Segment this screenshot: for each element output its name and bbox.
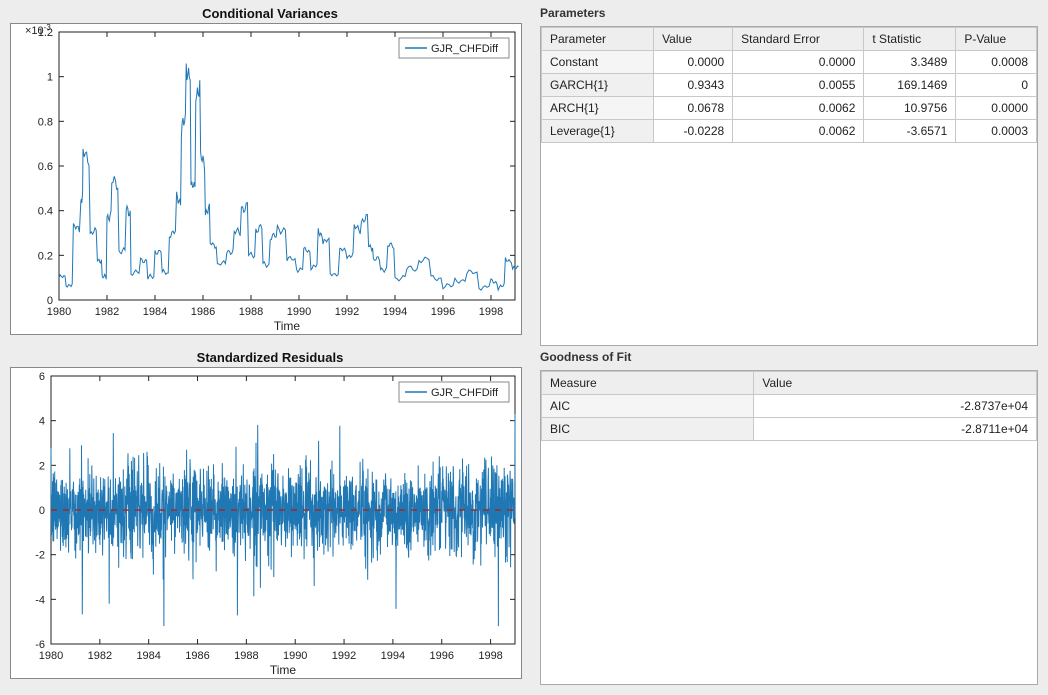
table-row[interactable]: ARCH{1}0.06780.006210.97560.0000 [542,97,1037,120]
table-header: Standard Error [733,28,864,51]
standardized-residuals-chart: -6-4-20246198019821984198619881990199219… [10,367,522,679]
table-header: Parameter [542,28,654,51]
svg-text:1980: 1980 [39,650,63,662]
svg-text:-4: -4 [35,594,45,606]
svg-text:1998: 1998 [479,306,503,318]
svg-text:Time: Time [270,663,297,677]
svg-text:1986: 1986 [191,306,215,318]
gof-table-wrap[interactable]: MeasureValueAIC-2.8737e+04BIC-2.8711e+04 [540,370,1038,685]
svg-text:1988: 1988 [234,650,258,662]
svg-text:1990: 1990 [283,650,307,662]
svg-text:1996: 1996 [429,650,453,662]
svg-text:1988: 1988 [239,306,263,318]
svg-text:1992: 1992 [335,306,359,318]
svg-text:1982: 1982 [95,306,119,318]
svg-text:1982: 1982 [88,650,112,662]
table-header: t Statistic [864,28,956,51]
svg-text:GJR_CHFDiff: GJR_CHFDiff [431,387,499,399]
svg-text:0: 0 [39,505,45,517]
svg-text:0.8: 0.8 [38,116,53,128]
svg-text:1998: 1998 [478,650,502,662]
conditional-variances-panel: Conditional Variances 00.20.40.60.811.21… [10,6,530,346]
svg-text:1990: 1990 [287,306,311,318]
svg-text:4: 4 [39,416,45,428]
svg-text:1994: 1994 [383,306,407,318]
svg-text:1996: 1996 [431,306,455,318]
goodness-of-fit-panel: Goodness of Fit MeasureValueAIC-2.8737e+… [540,350,1038,685]
parameters-title: Parameters [540,6,1038,20]
svg-text:2: 2 [39,460,45,472]
table-row[interactable]: Leverage{1}-0.02280.0062-3.65710.0003 [542,120,1037,143]
gof-title: Goodness of Fit [540,350,1038,364]
svg-text:0.2: 0.2 [38,250,53,262]
conditional-variances-chart: 00.20.40.60.811.219801982198419861988199… [10,23,522,335]
svg-text:1: 1 [47,72,53,84]
svg-text:1986: 1986 [185,650,209,662]
svg-text:1992: 1992 [332,650,356,662]
parameters-table-wrap[interactable]: ParameterValueStandard Errort StatisticP… [540,26,1038,346]
svg-text:1980: 1980 [47,306,71,318]
svg-text:-2: -2 [35,550,45,562]
chart1-title: Conditional Variances [10,6,530,21]
svg-text:1984: 1984 [136,650,160,662]
table-header: Value [754,372,1037,395]
parameters-table: ParameterValueStandard Errort StatisticP… [541,27,1037,143]
svg-text:1984: 1984 [143,306,167,318]
table-header: P-Value [956,28,1037,51]
svg-text:0.4: 0.4 [38,206,53,218]
table-row[interactable]: Constant0.00000.00003.34890.0008 [542,51,1037,74]
svg-text:GJR_CHFDiff: GJR_CHFDiff [431,43,499,55]
gof-table: MeasureValueAIC-2.8737e+04BIC-2.8711e+04 [541,371,1037,441]
table-row[interactable]: GARCH{1}0.93430.0055169.14690 [542,74,1037,97]
parameters-panel: Parameters ParameterValueStandard Errort… [540,6,1038,346]
svg-text:1994: 1994 [381,650,405,662]
table-header: Measure [542,372,754,395]
svg-text:Time: Time [274,319,301,333]
svg-text:6: 6 [39,371,45,383]
standardized-residuals-panel: Standardized Residuals -6-4-202461980198… [10,350,530,685]
chart2-title: Standardized Residuals [10,350,530,365]
svg-text:0.6: 0.6 [38,161,53,173]
table-row[interactable]: AIC-2.8737e+04 [542,395,1037,418]
table-row[interactable]: BIC-2.8711e+04 [542,418,1037,441]
table-header: Value [654,28,733,51]
